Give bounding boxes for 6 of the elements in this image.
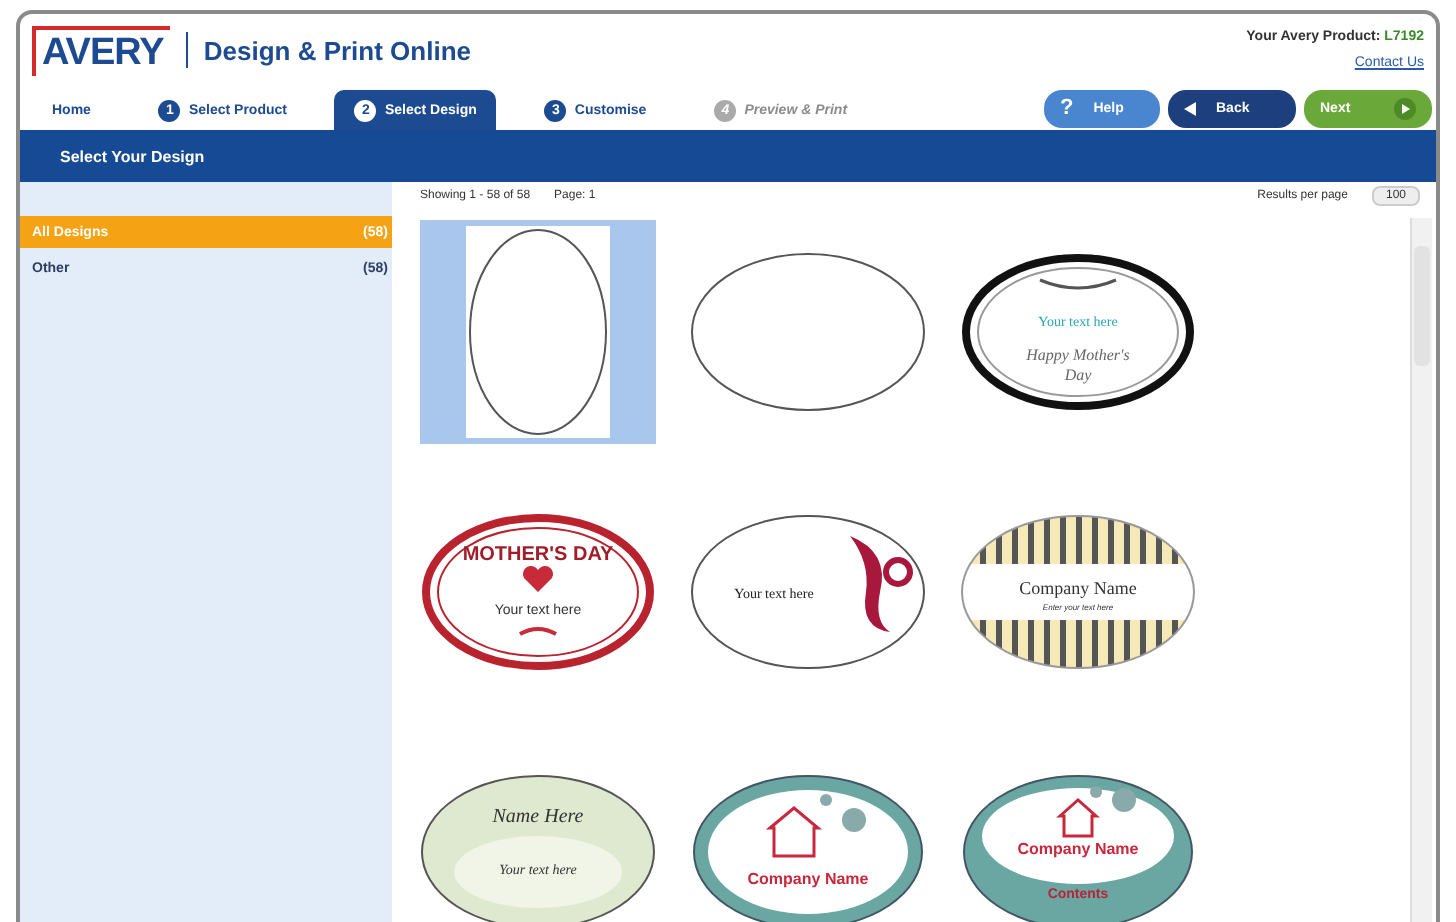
app-title: Design & Print Online — [203, 35, 471, 65]
avery-logo: AVERY — [32, 25, 170, 75]
scrollbar[interactable] — [1410, 218, 1432, 922]
page-title: Select Your Design — [60, 147, 205, 165]
left-arrow-icon — [1184, 101, 1196, 115]
design-thumbnail[interactable] — [420, 220, 656, 444]
